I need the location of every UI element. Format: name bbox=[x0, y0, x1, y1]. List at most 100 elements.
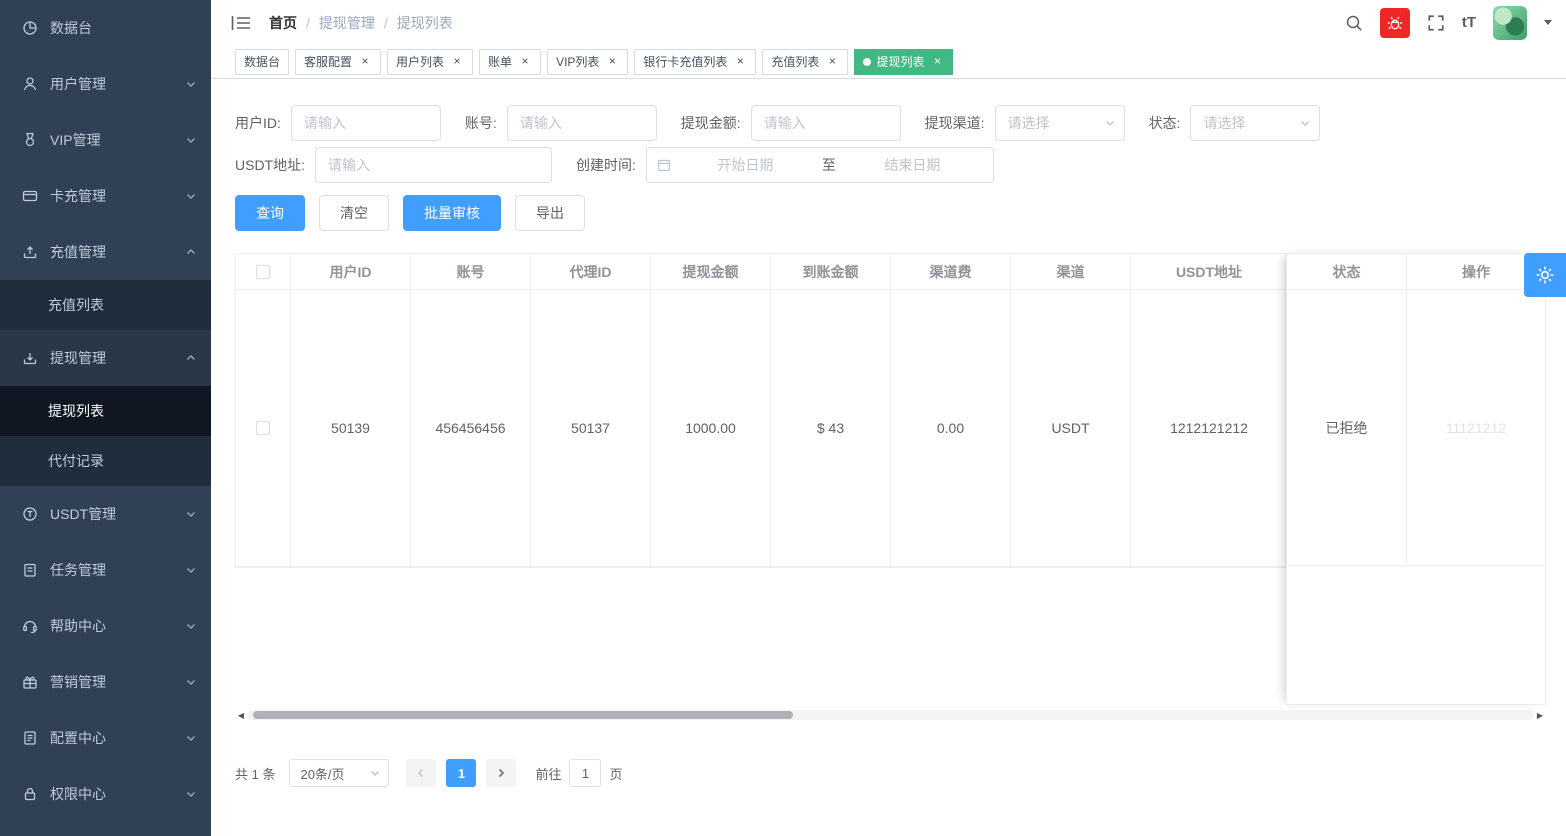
select-all-checkbox[interactable] bbox=[256, 265, 270, 279]
sidebar-item-marketing-management[interactable]: 营销管理 bbox=[0, 654, 211, 710]
cell-status: 已拒绝 bbox=[1287, 290, 1407, 565]
task-icon bbox=[22, 562, 38, 578]
navbar: 首页 / 提现管理 / 提现列表 tT bbox=[211, 0, 1566, 45]
scroll-right-arrow-icon[interactable]: ▶ bbox=[1534, 711, 1546, 720]
avatar-caret-down-icon[interactable] bbox=[1544, 20, 1552, 25]
sidebar-item-label: USDT管理 bbox=[50, 504, 185, 524]
chevron-down-icon bbox=[185, 134, 197, 146]
table-header-row: 用户ID 账号 代理ID 提现金额 到账金额 渠道费 渠道 USDT地址 bbox=[236, 254, 1285, 290]
close-icon[interactable]: × bbox=[825, 55, 839, 69]
breadcrumb: 首页 / 提现管理 / 提现列表 bbox=[269, 13, 453, 33]
chevron-down-icon bbox=[185, 564, 197, 576]
cell-agent-id: 50137 bbox=[531, 290, 651, 566]
tab-user-list[interactable]: 用户列表× bbox=[387, 49, 473, 75]
scrollbar-track[interactable] bbox=[247, 710, 1534, 720]
sidebar-item-recharge-management[interactable]: 充值管理 bbox=[0, 224, 211, 280]
sidebar-item-config-center[interactable]: 配置中心 bbox=[0, 710, 211, 766]
recharge-submenu: 充值列表 bbox=[0, 280, 211, 330]
sidebar-item-usdt-management[interactable]: USDT管理 bbox=[0, 486, 211, 542]
sidebar-item-vip-management[interactable]: VIP管理 bbox=[0, 112, 211, 168]
withdraw-icon bbox=[22, 350, 38, 366]
filter-label: 创建时间: bbox=[576, 155, 636, 175]
hamburger-icon[interactable] bbox=[227, 11, 255, 35]
filter-created-time: 创建时间: 至 bbox=[576, 147, 994, 183]
withdraw-amount-input[interactable] bbox=[751, 105, 901, 141]
breadcrumb-withdraw-management[interactable]: 提现管理 bbox=[319, 13, 375, 33]
sidebar-item-permission-center[interactable]: 权限中心 bbox=[0, 766, 211, 822]
user-id-input[interactable] bbox=[291, 105, 441, 141]
date-range-picker[interactable]: 至 bbox=[646, 147, 994, 183]
chevron-down-icon bbox=[1104, 117, 1116, 129]
start-date-input[interactable] bbox=[675, 157, 816, 173]
tab-bankcard-recharge-list[interactable]: 银行卡充值列表× bbox=[634, 49, 756, 75]
sidebar-item-dashboard[interactable]: 数据台 bbox=[0, 0, 211, 56]
tab-recharge-list[interactable]: 充值列表× bbox=[762, 49, 848, 75]
header-received-amount: 到账金额 bbox=[771, 254, 891, 289]
close-icon[interactable]: × bbox=[358, 55, 372, 69]
page-number-1[interactable]: 1 bbox=[446, 759, 476, 787]
header-withdraw-amount: 提现金额 bbox=[651, 254, 771, 289]
avatar[interactable] bbox=[1493, 6, 1527, 40]
status-select[interactable] bbox=[1190, 105, 1320, 141]
prev-page-button[interactable] bbox=[406, 759, 436, 787]
clear-button[interactable]: 清空 bbox=[319, 195, 389, 231]
submenu-item-label: 提现列表 bbox=[48, 401, 104, 421]
sidebar-item-user-management[interactable]: 用户管理 bbox=[0, 56, 211, 112]
tab-vip-list[interactable]: VIP列表× bbox=[547, 49, 628, 75]
bug-report-button[interactable] bbox=[1380, 8, 1410, 38]
sidebar-item-card-management[interactable]: 卡充管理 bbox=[0, 168, 211, 224]
tab-label: 数据台 bbox=[244, 53, 280, 70]
row-checkbox[interactable] bbox=[256, 421, 270, 435]
next-page-button[interactable] bbox=[486, 759, 516, 787]
withdraw-table: 用户ID 账号 代理ID 提现金额 到账金额 渠道费 渠道 USDT地址 501… bbox=[235, 253, 1286, 568]
sidebar-item-withdraw-list[interactable]: 提现列表 bbox=[0, 386, 211, 436]
search-button[interactable]: 查询 bbox=[235, 195, 305, 231]
gear-icon bbox=[1535, 265, 1555, 285]
tab-label: 客服配置 bbox=[304, 53, 352, 70]
batch-audit-button[interactable]: 批量审核 bbox=[403, 195, 501, 231]
row-checkbox-cell bbox=[236, 290, 291, 566]
column-settings-button[interactable] bbox=[1524, 253, 1566, 297]
close-icon[interactable]: × bbox=[930, 55, 944, 69]
goto-page-input[interactable] bbox=[569, 759, 601, 787]
close-icon[interactable]: × bbox=[733, 55, 747, 69]
close-icon[interactable]: × bbox=[450, 55, 464, 69]
sidebar-item-label: 配置中心 bbox=[50, 728, 185, 748]
scroll-left-arrow-icon[interactable]: ◀ bbox=[235, 711, 247, 720]
sidebar-item-help-center[interactable]: 帮助中心 bbox=[0, 598, 211, 654]
sidebar-item-payment-records[interactable]: 代付记录 bbox=[0, 436, 211, 486]
breadcrumb-home[interactable]: 首页 bbox=[269, 13, 297, 33]
cell-withdraw-amount: 1000.00 bbox=[651, 290, 771, 566]
sidebar-item-task-management[interactable]: 任务管理 bbox=[0, 542, 211, 598]
pagination: 共 1 条 20条/页 1 前往 页 bbox=[235, 759, 1566, 787]
navbar-right: tT bbox=[1345, 6, 1566, 40]
cell-operation: 11121212 bbox=[1407, 290, 1545, 565]
fullscreen-icon[interactable] bbox=[1427, 14, 1445, 32]
usdt-address-input[interactable] bbox=[315, 147, 552, 183]
vip-medal-icon bbox=[22, 132, 38, 148]
search-icon[interactable] bbox=[1345, 14, 1363, 32]
close-icon[interactable]: × bbox=[605, 55, 619, 69]
tab-service-config[interactable]: 客服配置 × bbox=[295, 49, 381, 75]
header-account: 账号 bbox=[411, 254, 531, 289]
account-input[interactable] bbox=[507, 105, 657, 141]
chevron-down-icon bbox=[185, 676, 197, 688]
close-icon[interactable]: × bbox=[518, 55, 532, 69]
end-date-input[interactable] bbox=[842, 157, 983, 173]
export-button[interactable]: 导出 bbox=[515, 195, 585, 231]
pagination-total: 共 1 条 bbox=[235, 764, 275, 783]
page-size-value: 20条/页 bbox=[300, 764, 344, 783]
header-checkbox-cell bbox=[236, 254, 291, 289]
sidebar-item-withdraw-management[interactable]: 提现管理 bbox=[0, 330, 211, 386]
page-size-select[interactable]: 20条/页 bbox=[289, 759, 389, 787]
font-size-icon[interactable]: tT bbox=[1462, 14, 1476, 31]
tab-withdraw-list[interactable]: 提现列表× bbox=[854, 49, 953, 75]
withdraw-channel-select[interactable] bbox=[995, 105, 1125, 141]
scrollbar-thumb[interactable] bbox=[253, 711, 793, 719]
filter-label: 状态: bbox=[1149, 113, 1181, 133]
tab-bill[interactable]: 账单× bbox=[479, 49, 541, 75]
filter-withdraw-amount: 提现金额: bbox=[681, 105, 901, 141]
breadcrumb-separator: / bbox=[384, 15, 388, 31]
sidebar-item-recharge-list[interactable]: 充值列表 bbox=[0, 280, 211, 330]
tab-dashboard[interactable]: 数据台 bbox=[235, 49, 289, 75]
